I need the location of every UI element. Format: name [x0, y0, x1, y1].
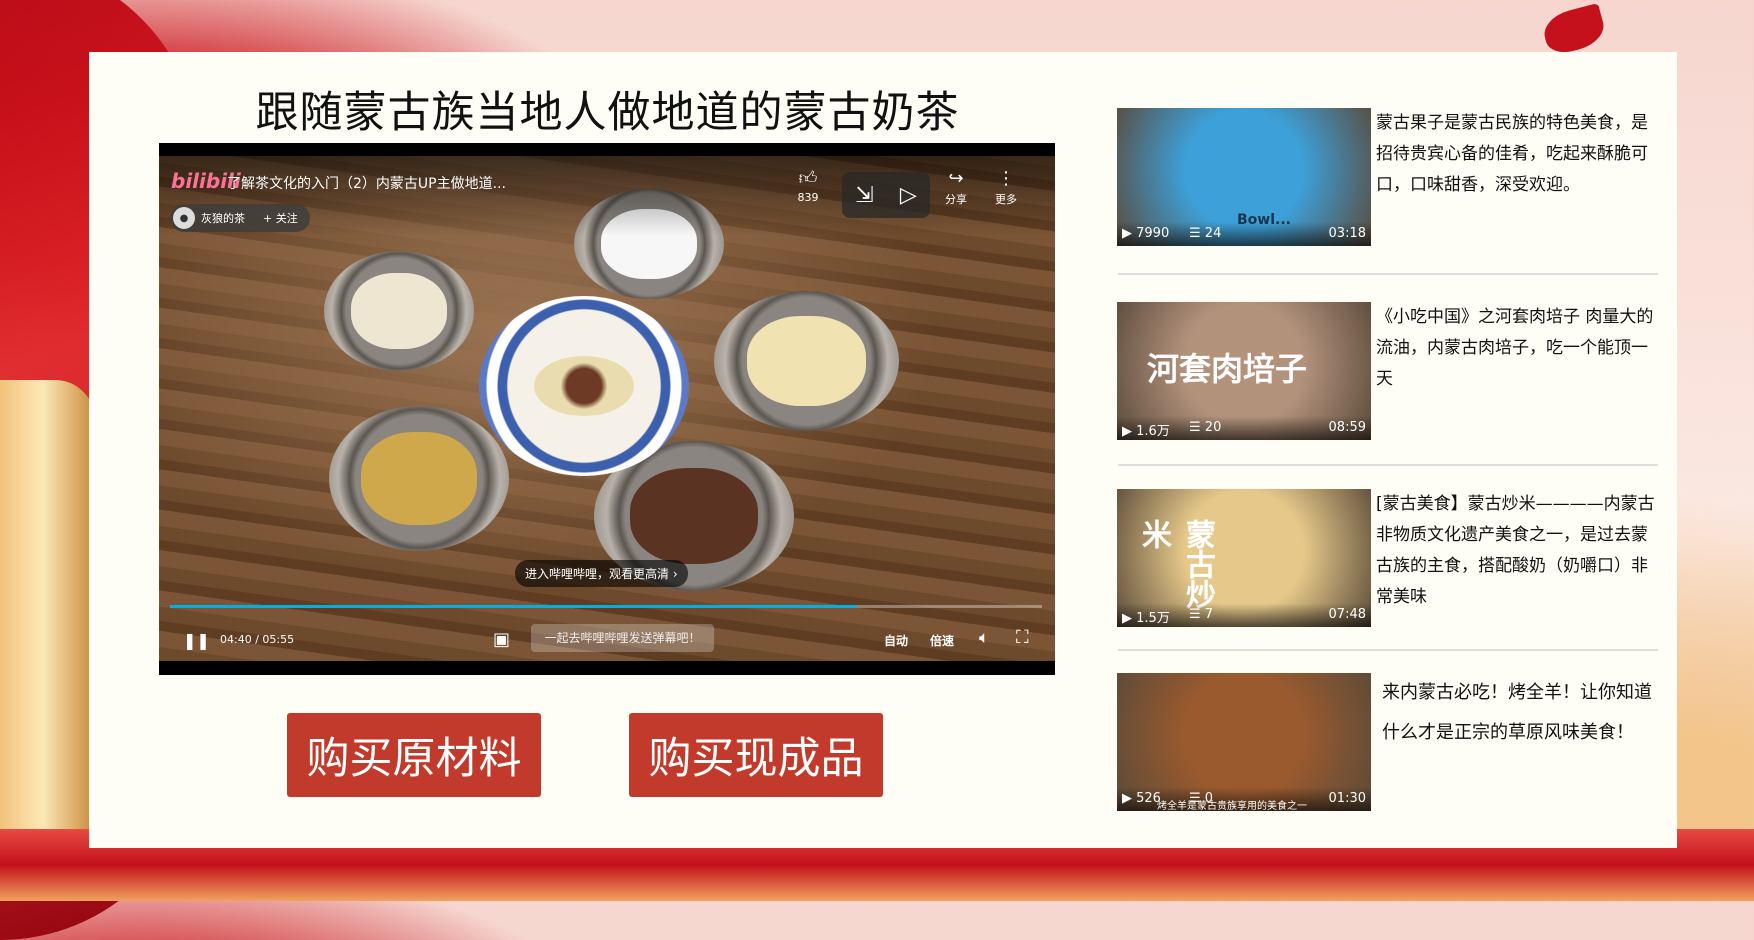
share-button[interactable]: ↪ 分享 [937, 169, 975, 207]
background-column [0, 380, 95, 850]
like-button[interactable]: 👍︎ 839 [789, 168, 827, 205]
buy-finished-product-button[interactable]: 购买现成品 [629, 713, 883, 797]
view-count: ▶ 1.5万 [1122, 611, 1170, 626]
danmaku-toggle-icon[interactable]: ▣ [493, 629, 510, 650]
video-duration: 01:30 [1328, 791, 1366, 806]
thumbs-up-icon: 👍︎ [798, 168, 818, 189]
dish-cheese [324, 251, 474, 371]
thumbnail-caption: 河套肉培子 [1147, 350, 1308, 388]
view-count: ▶ 1.6万 [1122, 424, 1170, 439]
uploader-name[interactable]: 灰狼的茶 [201, 210, 245, 226]
time-display: 04:40 / 05:55 [220, 633, 294, 646]
recommendation-item[interactable]: 烤全羊是蒙古贵族享用的美食之一 ▶ 526 ☰ 0 01:30 来内蒙古必吃！烤… [1117, 673, 1657, 813]
video-duration: 03:18 [1328, 226, 1366, 241]
comment-count: ☰ 20 [1189, 420, 1222, 435]
video-player[interactable]: bilibili 了解茶文化的入门（2）内蒙古UP主做地道... ● 灰狼的茶 … [159, 143, 1055, 675]
divider [1118, 464, 1658, 466]
video-thumbnail[interactable]: 烤全羊是蒙古贵族享用的美食之一 ▶ 526 ☰ 0 01:30 [1117, 673, 1371, 811]
comment-count: ☰ 24 [1189, 226, 1222, 241]
dish-milk-curd [714, 291, 899, 431]
playback-speed-button[interactable]: 倍速 [930, 632, 954, 649]
recommendation-description[interactable]: 《小吃中国》之河套肉培子 肉量大的流油，内蒙古肉培子，吃一个能顶一天 [1376, 302, 1658, 395]
thumbnail-caption: 烤全羊是蒙古贵族享用的美食之一 [1157, 801, 1307, 811]
recommendation-description[interactable]: 蒙古果子是蒙古民族的特色美食，是招待贵宾心备的佳肴，吃起来酥脆可口，口味甜香，深… [1376, 108, 1658, 201]
video-duration: 07:48 [1328, 607, 1366, 622]
divider [1118, 649, 1658, 651]
recommendation-description[interactable]: 来内蒙古必吃！烤全羊！让你知道什么才是正宗的草原风味美食！ [1382, 673, 1664, 753]
comment-count: ☰ 7 [1189, 607, 1214, 622]
thumbnail-meta: ▶ 1.6万 ☰ 20 08:59 [1117, 416, 1371, 440]
progress-bar[interactable] [170, 605, 1042, 608]
duration: 05:55 [262, 633, 295, 646]
recommendation-item[interactable]: 蒙古炒米 ▶ 1.5万 ☰ 7 07:48 [蒙古美食】蒙古炒米————内蒙古非… [1117, 489, 1657, 629]
tea-bowl [479, 296, 689, 476]
recommendation-item[interactable]: 河套肉培子 ▶ 1.6万 ☰ 20 08:59 《小吃中国》之河套肉培子 肉量大… [1117, 302, 1657, 442]
hq-tip-link[interactable]: 进入哔哩哔哩，观看更高清 › [515, 560, 688, 587]
progress-fill [170, 605, 858, 608]
view-count: ▶ 526 [1122, 791, 1161, 806]
top-actions: 👍︎ 839 ↪ 分享 ⋮ 更多 [789, 169, 1025, 207]
recommendation-item[interactable]: Bowl... ▶ 7990 ☰ 24 03:18 蒙古果子是蒙古民族的特色美食… [1117, 108, 1657, 248]
more-icon: ⋮ [997, 168, 1015, 189]
share-icon: ↪ [948, 168, 964, 189]
quality-auto-button[interactable]: 自动 [884, 632, 908, 649]
more-label: 更多 [995, 193, 1017, 206]
video-thumbnail[interactable]: Bowl... ▶ 7990 ☰ 24 03:18 [1117, 108, 1371, 246]
danmaku-input[interactable]: 一起去哔哩哔哩发送弹幕吧！ [531, 624, 714, 652]
avatar[interactable]: ● [173, 207, 195, 229]
video-thumbnail[interactable]: 河套肉培子 ▶ 1.6万 ☰ 20 08:59 [1117, 302, 1371, 440]
follow-button[interactable]: + 关注 [263, 210, 298, 226]
time-separator: / [255, 633, 259, 646]
view-count: ▶ 7990 [1122, 226, 1170, 241]
video-thumbnail[interactable]: 蒙古炒米 ▶ 1.5万 ☰ 7 07:48 [1117, 489, 1371, 627]
volume-icon[interactable]: 🔈︎ [979, 628, 989, 648]
recommendation-description[interactable]: [蒙古美食】蒙古炒米————内蒙古非物质文化遗产美食之一，是过去蒙古族的主食，搭… [1376, 489, 1658, 613]
divider [1118, 273, 1658, 275]
uploader-badge[interactable]: ● 灰狼的茶 + 关注 [170, 204, 310, 232]
more-button[interactable]: ⋮ 更多 [987, 169, 1025, 207]
pause-icon[interactable]: ❚❚ [183, 631, 210, 650]
buy-raw-materials-button[interactable]: 购买原材料 [287, 713, 541, 797]
thumbnail-meta: ▶ 7990 ☰ 24 03:18 [1117, 222, 1371, 246]
video-duration: 08:59 [1328, 420, 1366, 435]
like-count: 839 [797, 191, 819, 204]
control-bar: ❚❚ 04:40 / 05:55 ▣ 一起去哔哩哔哩发送弹幕吧！ 自动 倍速 🔈… [159, 613, 1055, 663]
current-time: 04:40 [220, 633, 252, 646]
video-title[interactable]: 了解茶文化的入门（2）内蒙古UP主做地道... [227, 173, 506, 193]
share-label: 分享 [945, 193, 967, 206]
dish-millet [329, 406, 509, 551]
page-title: 跟随蒙古族当地人做地道的蒙古奶茶 [255, 88, 960, 138]
background-dove [1539, 2, 1609, 58]
thumbnail-meta: ▶ 1.5万 ☰ 7 07:48 [1117, 603, 1371, 627]
fullscreen-icon[interactable]: ⛶ [1016, 627, 1029, 648]
